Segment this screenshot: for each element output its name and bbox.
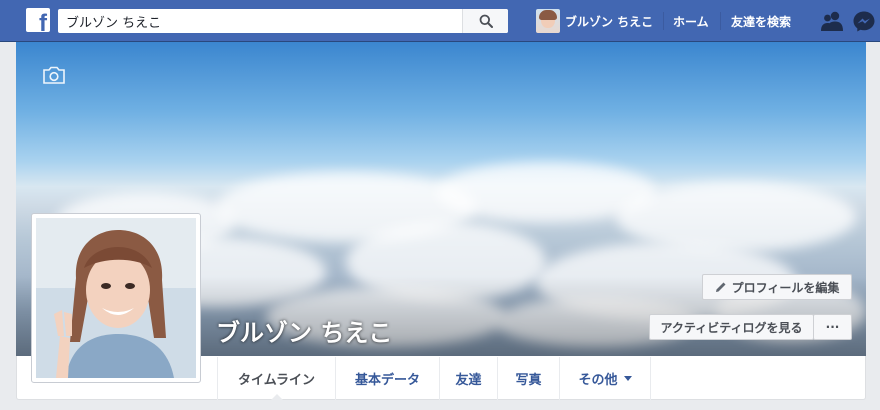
search-input[interactable] xyxy=(58,9,462,33)
edit-profile-label: プロフィールを編集 xyxy=(731,280,840,295)
chevron-down-icon xyxy=(623,375,632,381)
tab-more[interactable]: その他 xyxy=(560,357,651,400)
nav-find-friends-link[interactable]: 友達を検索 xyxy=(731,13,791,30)
tab-label: タイムライン xyxy=(237,373,316,388)
tab-label: その他 xyxy=(578,373,618,388)
profile-name[interactable]: ブルゾン ちえこ xyxy=(216,313,392,348)
profile-photo xyxy=(36,218,196,378)
profile-picture[interactable] xyxy=(31,213,201,383)
search-icon xyxy=(479,14,493,28)
facebook-logo[interactable]: f xyxy=(26,8,50,32)
ellipsis-icon: ··· xyxy=(825,320,840,334)
nav-profile-link[interactable]: ブルゾン ちえこ xyxy=(536,9,653,33)
edit-profile-button[interactable]: プロフィールを編集 xyxy=(702,274,852,300)
nav-home-link[interactable]: ホーム xyxy=(673,13,709,30)
tab-photos[interactable]: 写真 xyxy=(498,357,560,400)
nav-user-name: ブルゾン ちえこ xyxy=(565,14,654,29)
active-tab-indicator xyxy=(269,394,284,401)
tab-label: 写真 xyxy=(515,373,542,388)
nav-divider xyxy=(663,12,664,30)
search-button[interactable] xyxy=(462,9,508,33)
activity-log-button[interactable]: アクティビティログを見る xyxy=(649,314,814,340)
tab-friends[interactable]: 友達 xyxy=(440,357,498,400)
nav-avatar xyxy=(536,9,560,33)
more-options-button[interactable]: ··· xyxy=(813,314,852,340)
nav-divider xyxy=(720,12,721,30)
tab-label: 基本データ xyxy=(354,373,420,388)
messenger-icon[interactable] xyxy=(852,10,876,32)
search-box xyxy=(58,9,508,33)
tab-about[interactable]: 基本データ xyxy=(336,357,440,400)
tab-timeline[interactable]: タイムライン xyxy=(217,357,336,401)
top-navigation-bar: f ブルゾン ちえこ ホーム 友達を検索 xyxy=(0,0,880,42)
camera-icon[interactable] xyxy=(42,66,66,84)
tab-label: 友達 xyxy=(455,373,482,388)
activity-log-label: アクティビティログを見る xyxy=(660,320,803,335)
pencil-icon xyxy=(715,282,726,292)
profile-tabs: タイムライン 基本データ 友達 写真 その他 xyxy=(217,357,651,401)
friend-requests-icon[interactable] xyxy=(820,10,844,32)
